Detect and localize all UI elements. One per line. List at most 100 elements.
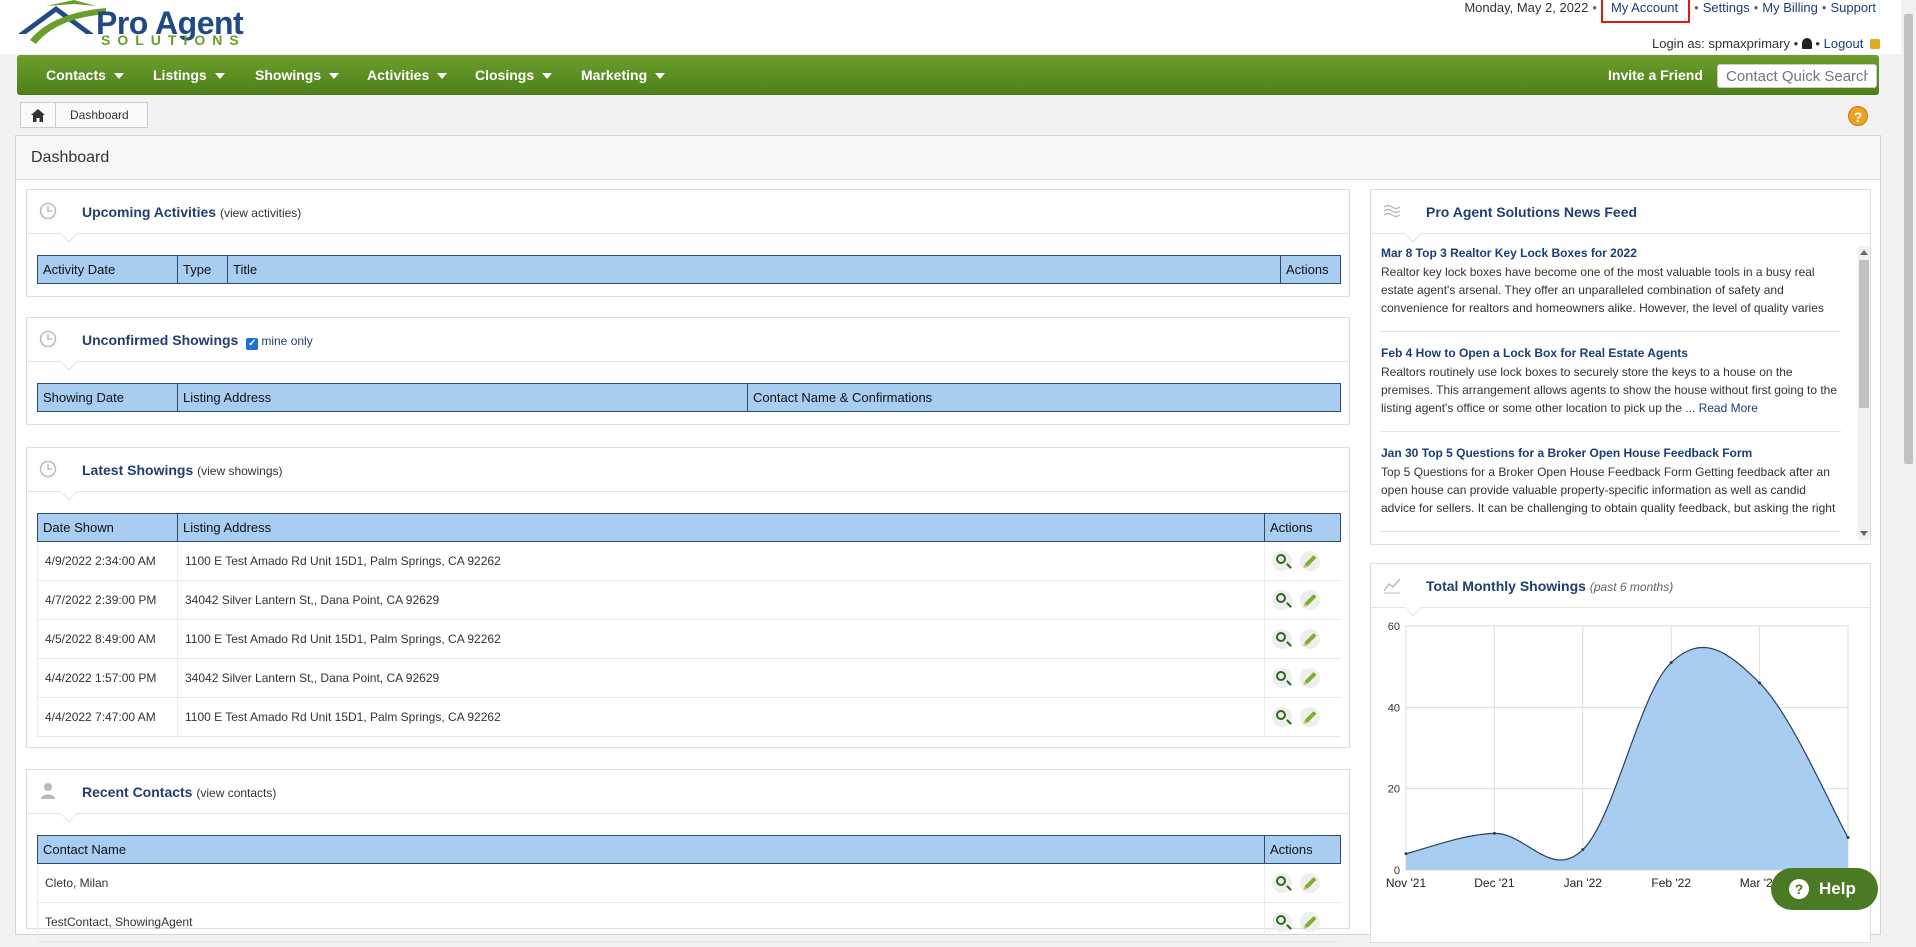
news-headline-link[interactable]: Jan 30 Top 5 Questions for a Broker Open… bbox=[1381, 446, 1752, 460]
news-summary: Realtor key lock boxes have become one o… bbox=[1381, 265, 1824, 315]
settings-link[interactable]: Settings bbox=[1703, 0, 1750, 15]
news-feed-widget: Pro Agent Solutions News Feed Mar 8 Top … bbox=[1370, 189, 1871, 545]
chart-data-point bbox=[1758, 681, 1762, 685]
breadcrumb-home[interactable] bbox=[20, 102, 56, 128]
scroll-down-icon[interactable] bbox=[1860, 531, 1868, 536]
news-list: Mar 8 Top 3 Realtor Key Lock Boxes for 2… bbox=[1381, 246, 1841, 540]
showing-address: 34042 Silver Lantern St,, Dana Point, CA… bbox=[177, 658, 1265, 698]
lock-icon bbox=[1870, 39, 1880, 49]
chart-data-point bbox=[1581, 848, 1585, 852]
edit-pencil-icon[interactable] bbox=[1300, 629, 1320, 649]
showing-address: 1100 E Test Amado Rd Unit 15D1, Palm Spr… bbox=[177, 697, 1265, 737]
showing-address: 1100 E Test Amado Rd Unit 15D1, Palm Spr… bbox=[177, 541, 1265, 581]
table-row: 4/5/2022 8:49:00 AM 1100 E Test Amado Rd… bbox=[37, 619, 1341, 659]
chart-x-tick-label: Feb '22 bbox=[1651, 876, 1691, 890]
chart-data-point bbox=[1846, 835, 1850, 839]
my-account-link[interactable]: My Account bbox=[1611, 0, 1678, 15]
view-magnifier-icon[interactable] bbox=[1272, 629, 1292, 649]
latest-showings-widget: Latest Showings (view showings) Date Sho… bbox=[26, 447, 1350, 748]
nav-contacts[interactable]: Contacts bbox=[46, 55, 124, 95]
help-button[interactable]: ? Help bbox=[1771, 868, 1878, 910]
billing-link[interactable]: My Billing bbox=[1762, 0, 1818, 15]
support-link[interactable]: Support bbox=[1830, 0, 1876, 15]
contact-quick-search-input[interactable] bbox=[1717, 64, 1877, 88]
nav-contacts-label: Contacts bbox=[46, 67, 106, 83]
col-listing-address[interactable]: Listing Address bbox=[177, 383, 748, 412]
chart-y-tick-label: 40 bbox=[1388, 702, 1400, 714]
scroll-up-icon[interactable] bbox=[1860, 250, 1868, 255]
col-contact-name[interactable]: Contact Name bbox=[37, 835, 1265, 864]
chevron-down-icon bbox=[329, 73, 340, 80]
view-magnifier-icon[interactable] bbox=[1272, 873, 1292, 893]
login-user: Login as: spmaxprimary bbox=[1651, 36, 1790, 51]
latest-title-text: Latest Showings bbox=[82, 462, 194, 478]
invite-friend-link[interactable]: Invite a Friend bbox=[1608, 55, 1703, 95]
showing-date: 4/5/2022 8:49:00 AM bbox=[37, 619, 178, 659]
nav-marketing[interactable]: Marketing bbox=[581, 55, 666, 95]
table-row: 4/7/2022 2:39:00 PM 34042 Silver Lantern… bbox=[37, 580, 1341, 620]
monthly-subtitle: (past 6 months) bbox=[1589, 580, 1674, 594]
latest-showings-title: Latest Showings (view showings) bbox=[82, 462, 282, 478]
col-showing-date[interactable]: Showing Date bbox=[37, 383, 178, 412]
showing-address: 1100 E Test Amado Rd Unit 15D1, Palm Spr… bbox=[177, 619, 1265, 659]
edit-pencil-icon[interactable] bbox=[1300, 912, 1320, 932]
view-magnifier-icon[interactable] bbox=[1272, 668, 1292, 688]
nav-listings-label: Listings bbox=[153, 67, 207, 83]
nav-closings[interactable]: Closings bbox=[475, 55, 553, 95]
edit-pencil-icon[interactable] bbox=[1300, 590, 1320, 610]
recent-contacts-widget: Recent Contacts (view contacts) Contact … bbox=[26, 769, 1350, 942]
news-item: Mar 8 Top 3 Realtor Key Lock Boxes for 2… bbox=[1381, 246, 1841, 332]
view-contacts-link[interactable]: (view contacts) bbox=[196, 786, 276, 800]
table-row: Cleto, Milan bbox=[37, 863, 1341, 903]
col-activity-date[interactable]: Activity Date bbox=[37, 255, 178, 284]
news-scroll-thumb[interactable] bbox=[1859, 260, 1869, 408]
question-icon[interactable]: ? bbox=[1848, 106, 1868, 126]
page-scroll-thumb[interactable] bbox=[1904, 14, 1913, 464]
user-icon bbox=[41, 783, 55, 799]
row-actions bbox=[1264, 619, 1341, 659]
col-title[interactable]: Title bbox=[227, 255, 1281, 284]
nav-showings[interactable]: Showings bbox=[255, 55, 340, 95]
col-listing-address[interactable]: Listing Address bbox=[177, 513, 1265, 542]
nav-marketing-label: Marketing bbox=[581, 67, 648, 83]
bell-icon[interactable] bbox=[1801, 38, 1812, 49]
edit-pencil-icon[interactable] bbox=[1300, 668, 1320, 688]
edit-pencil-icon[interactable] bbox=[1300, 551, 1320, 571]
view-showings-link[interactable]: (view showings) bbox=[197, 464, 282, 478]
nav-showings-label: Showings bbox=[255, 67, 322, 83]
chart-x-tick-label: Dec '21 bbox=[1474, 876, 1515, 890]
mine-only-checkbox[interactable]: ✓ bbox=[246, 338, 259, 350]
dashboard-panel: Dashboard Upcoming Activities (view acti… bbox=[15, 135, 1881, 943]
edit-pencil-icon[interactable] bbox=[1300, 873, 1320, 893]
table-row: 4/4/2022 7:47:00 AM 1100 E Test Amado Rd… bbox=[37, 697, 1341, 737]
row-actions bbox=[1264, 658, 1341, 698]
showing-date: 4/4/2022 7:47:00 AM bbox=[37, 697, 178, 737]
col-contact-confirmations[interactable]: Contact Name & Confirmations bbox=[747, 383, 1341, 412]
view-magnifier-icon[interactable] bbox=[1272, 912, 1292, 932]
read-more-link[interactable]: Read More bbox=[1699, 401, 1758, 415]
breadcrumb-dashboard[interactable]: Dashboard bbox=[56, 102, 148, 128]
chart-data-point bbox=[1669, 661, 1673, 665]
view-activities-link[interactable]: (view activities) bbox=[220, 206, 301, 220]
chevron-down-icon bbox=[542, 73, 553, 80]
news-headline-link[interactable]: Feb 4 How to Open a Lock Box for Real Es… bbox=[1381, 346, 1688, 360]
news-headline-link[interactable]: Mar 8 Top 3 Realtor Key Lock Boxes for 2… bbox=[1381, 246, 1637, 260]
nav-listings[interactable]: Listings bbox=[153, 55, 225, 95]
logout-link[interactable]: Logout bbox=[1824, 36, 1864, 51]
view-magnifier-icon[interactable] bbox=[1272, 707, 1292, 727]
col-type[interactable]: Type bbox=[177, 255, 228, 284]
col-actions: Actions bbox=[1264, 513, 1341, 542]
view-magnifier-icon[interactable] bbox=[1272, 590, 1292, 610]
clock-icon bbox=[39, 202, 57, 220]
view-magnifier-icon[interactable] bbox=[1272, 551, 1292, 571]
page-scrollbar[interactable] bbox=[1901, 0, 1916, 923]
pro-agent-logo[interactable]: Pro Agent SOLUTIONS bbox=[16, 0, 276, 50]
edit-pencil-icon[interactable] bbox=[1300, 707, 1320, 727]
showing-date: 4/4/2022 1:57:00 PM bbox=[37, 658, 178, 698]
news-summary: Realtors routinely use lock boxes to sec… bbox=[1381, 365, 1838, 415]
col-date-shown[interactable]: Date Shown bbox=[37, 513, 178, 542]
row-actions bbox=[1264, 902, 1341, 942]
monthly-showings-title: Total Monthly Showings (past 6 months) bbox=[1426, 578, 1673, 594]
news-scrollbar[interactable] bbox=[1858, 246, 1870, 540]
nav-activities[interactable]: Activities bbox=[367, 55, 448, 95]
